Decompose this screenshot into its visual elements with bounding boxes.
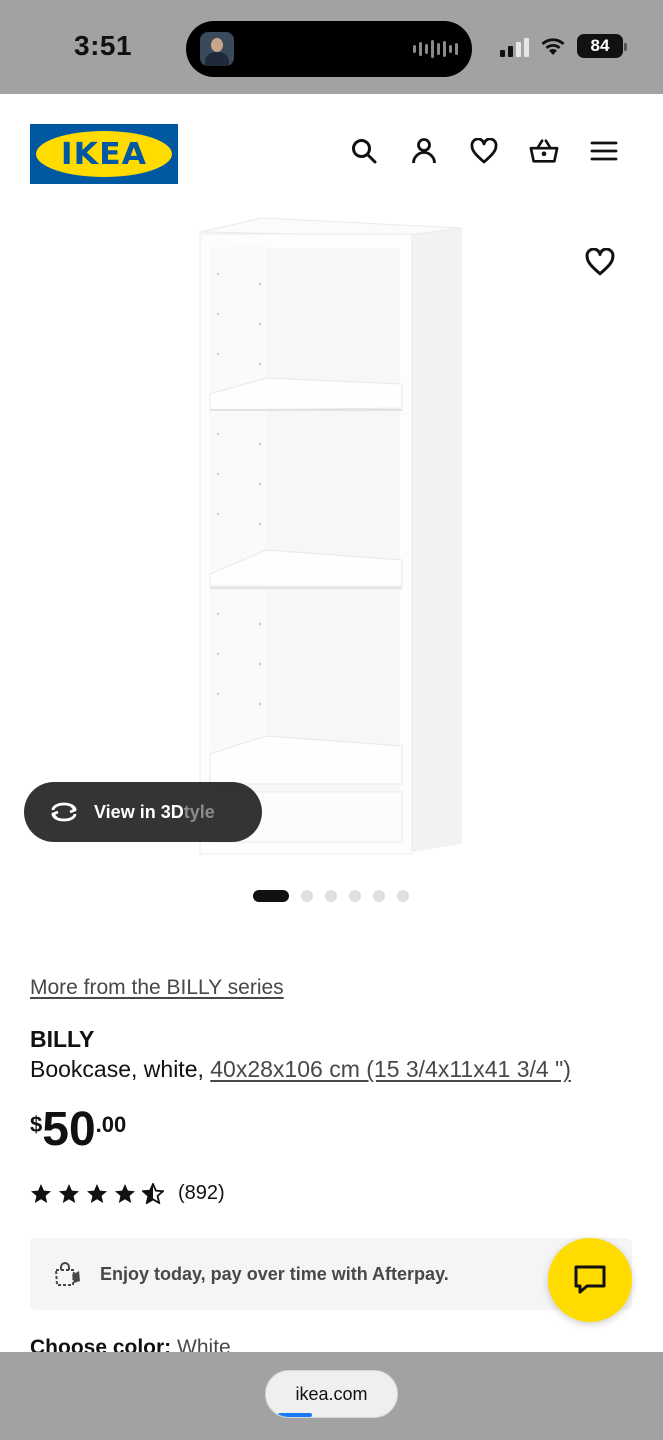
product-type: Bookcase, white, [30,1056,211,1082]
gallery-dot[interactable] [397,890,409,902]
product-description: Bookcase, white, 40x28x106 cm (15 3/4x11… [30,1056,571,1083]
add-to-favorites-icon[interactable] [585,247,619,282]
gallery-dot[interactable] [373,890,385,902]
series-link[interactable]: More from the BILLY series [30,976,284,1000]
rating-stars [30,1183,164,1204]
gallery-pagination [253,890,409,902]
view-in-3d-button[interactable]: View in 3Dtyle [24,782,262,842]
wifi-icon [541,38,565,55]
view-in-3d-text: View in 3D [94,801,184,822]
now-playing-artwork [200,32,234,66]
gallery-dot[interactable] [325,890,337,902]
battery-icon: 84 [577,34,627,58]
account-icon[interactable] [409,136,439,166]
gallery-dot[interactable] [253,890,289,902]
basket-icon[interactable] [529,136,559,166]
browser-bottom-bar: ikea.com [0,1352,663,1440]
product-name: BILLY [30,1026,95,1052]
gallery-dot[interactable] [301,890,313,902]
address-bar-url: ikea.com [295,1383,368,1404]
status-indicators: 84 [500,34,627,58]
product-rating[interactable]: (892) [30,1182,225,1205]
star-icon [31,1184,51,1203]
ikea-logo[interactable]: IKEA [30,124,178,184]
star-icon [59,1184,79,1203]
rotate-3d-icon [51,802,77,822]
product-gallery[interactable]: View in 3Dtyle [0,214,663,864]
site-header: IKEA [0,94,663,214]
price-decimal: .00 [95,1112,127,1137]
chat-icon [574,1265,606,1294]
price-currency: $ [30,1112,43,1137]
gallery-dot[interactable] [349,890,361,902]
star-icon [115,1184,135,1203]
chat-button[interactable] [548,1238,632,1322]
view-in-3d-label: View in 3Dtyle [94,802,215,823]
dynamic-island[interactable] [186,21,472,77]
menu-icon[interactable] [589,136,619,166]
address-bar[interactable]: ikea.com [265,1370,398,1418]
status-time: 3:51 [74,30,133,61]
header-actions [349,136,619,166]
afterpay-text: Enjoy today, pay over time with Afterpay… [100,1263,449,1284]
afterpay-banner[interactable]: Enjoy today, pay over time with Afterpay… [30,1238,632,1310]
audio-waveform-icon [413,39,458,59]
view-in-style-ghost-text: tyle [183,801,215,822]
half-star-icon [142,1183,164,1204]
heart-icon[interactable] [469,136,499,166]
star-icon [87,1184,107,1203]
price-integer: 50 [42,1103,96,1156]
page-load-progress [278,1413,312,1417]
product-price: $ 50 .00 [30,1104,126,1156]
logo-text: IKEA [60,136,148,172]
review-count: (892) [178,1182,225,1204]
status-bar: 3:51 84 [0,0,663,94]
cellular-signal-icon [500,35,529,57]
search-icon[interactable] [349,136,379,166]
battery-level: 84 [590,36,610,55]
bookcase-image [199,217,463,855]
afterpay-bag-icon [54,1262,80,1286]
product-dimensions-link[interactable]: 40x28x106 cm (15 3/4x11x41 3/4 ") [210,1056,571,1082]
